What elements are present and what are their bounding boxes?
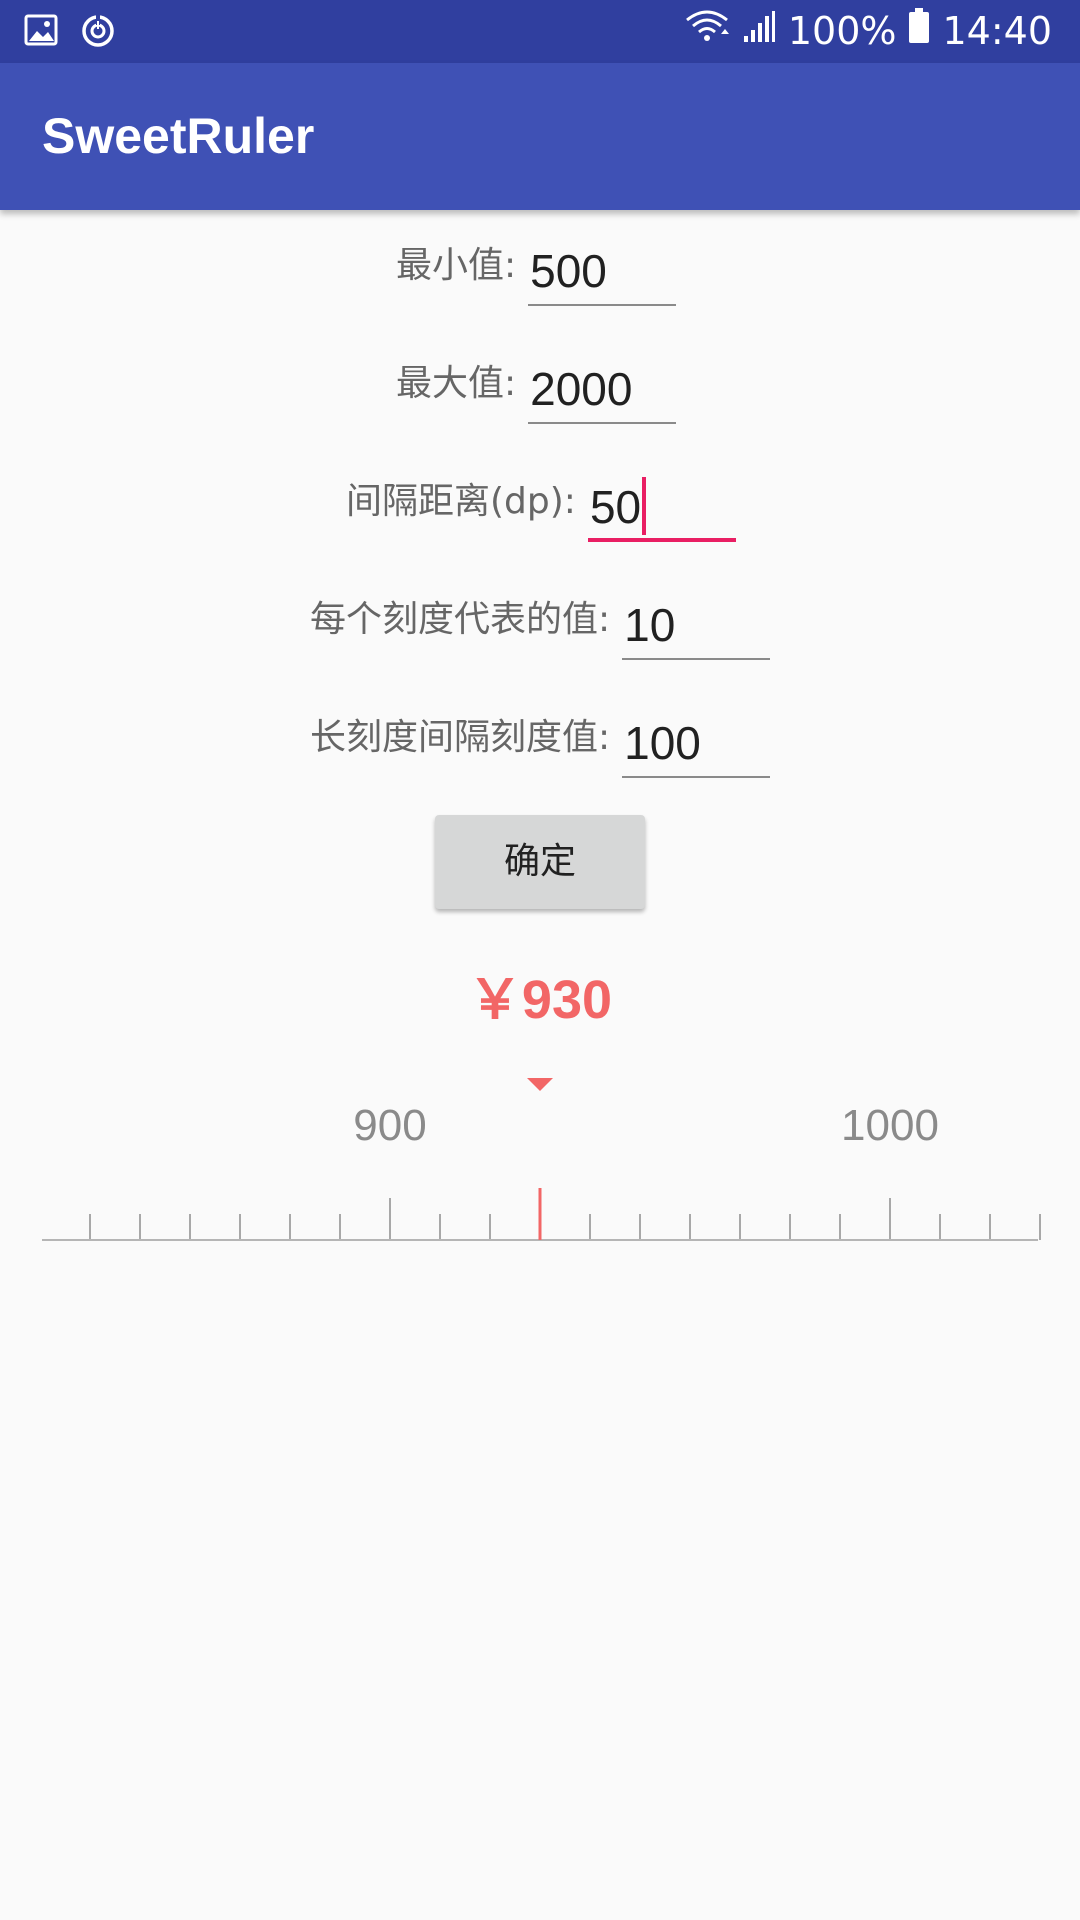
- clock: 14:40: [942, 8, 1052, 53]
- ruler-indicator: [527, 1078, 553, 1091]
- long-tick-row: 长刻度间隔刻度值: 100: [310, 708, 771, 778]
- per-tick-label: 每个刻度代表的值:: [310, 599, 611, 640]
- gap-field-value: 50: [589, 481, 642, 533]
- per-tick-field[interactable]: 10: [622, 590, 771, 660]
- gap-field[interactable]: 50: [587, 472, 736, 542]
- min-value-row: 最小值: 500: [396, 236, 677, 306]
- max-value-row: 最大值: 2000: [396, 354, 677, 424]
- ruler[interactable]: 900 1000: [0, 1060, 1080, 1250]
- gap-label: 间隔距离(dp):: [346, 481, 576, 522]
- ruler-label: 900: [353, 1101, 426, 1150]
- min-value-label: 最小值:: [396, 245, 517, 286]
- min-value-field[interactable]: 500: [528, 236, 677, 306]
- sync-icon: [80, 13, 116, 53]
- status-bar: 100% 14:40: [0, 0, 1080, 63]
- max-value-label: 最大值:: [396, 363, 517, 404]
- app-bar: SweetRuler: [0, 63, 1080, 210]
- long-tick-label: 长刻度间隔刻度值:: [310, 717, 611, 758]
- ruler-label: 1000: [841, 1101, 939, 1150]
- gap-row: 间隔距离(dp): 50: [346, 472, 736, 542]
- per-tick-row: 每个刻度代表的值: 10: [310, 590, 771, 660]
- confirm-button[interactable]: 确定: [435, 815, 645, 909]
- price-value: ￥930: [467, 970, 613, 1030]
- signal-icon: [742, 9, 776, 53]
- wifi-icon: [684, 8, 730, 53]
- text-cursor: [642, 476, 647, 535]
- max-value-field[interactable]: 2000: [528, 354, 677, 424]
- battery-icon: [908, 8, 930, 53]
- image-icon: [24, 13, 58, 53]
- long-tick-field[interactable]: 100: [622, 708, 771, 778]
- app-title: SweetRuler: [42, 108, 315, 164]
- battery-text: 100%: [787, 8, 897, 53]
